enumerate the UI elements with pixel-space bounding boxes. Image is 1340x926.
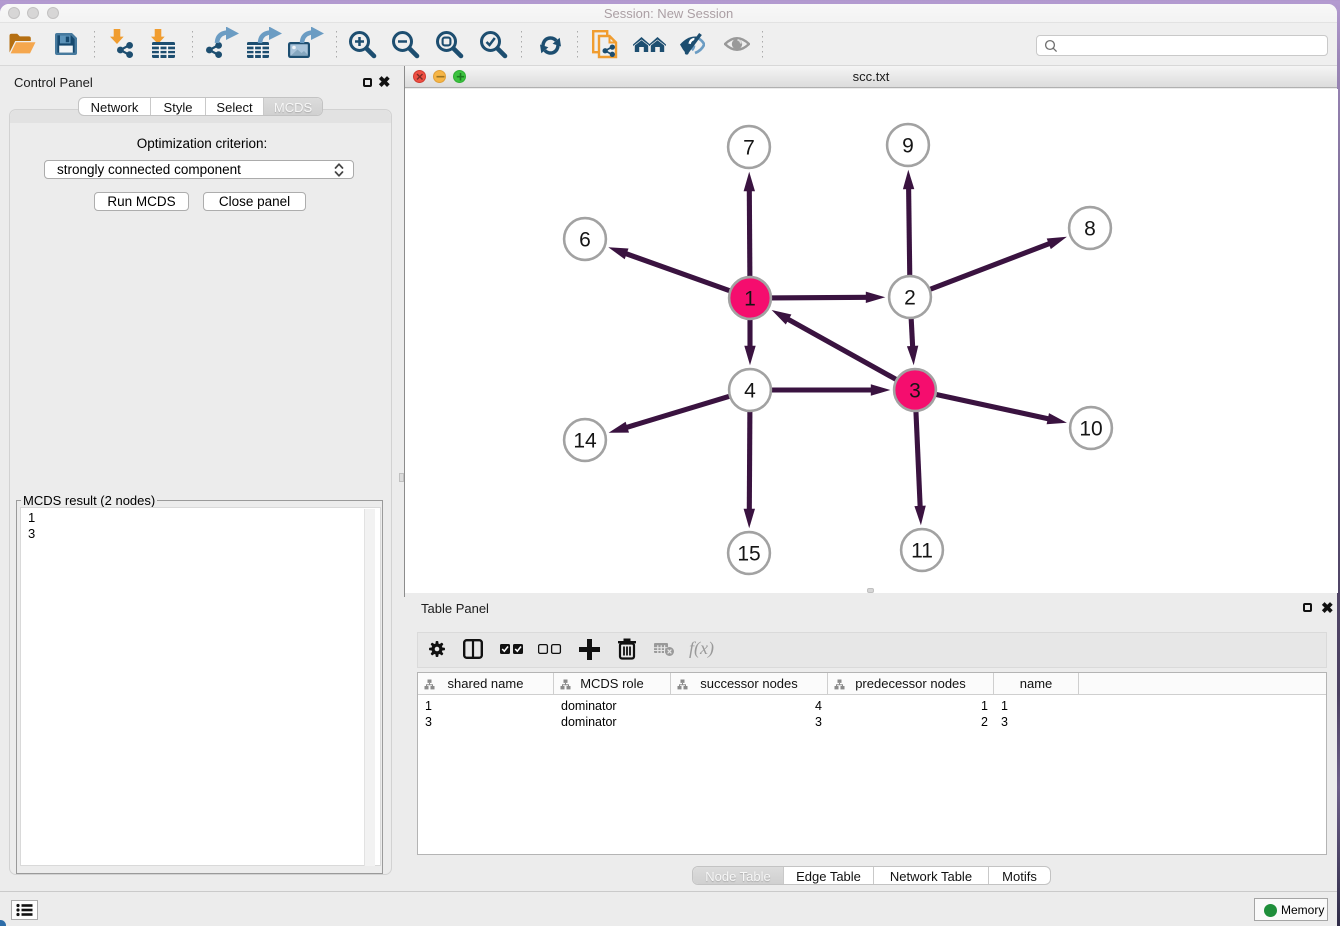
svg-text:1: 1	[744, 288, 756, 311]
svg-text:10: 10	[1079, 418, 1102, 441]
svg-text:f(x): f(x)	[689, 639, 714, 659]
svg-text:11: 11	[911, 540, 933, 563]
svg-text:8: 8	[1084, 218, 1096, 241]
svg-text:4: 4	[744, 380, 756, 403]
svg-text:14: 14	[573, 430, 597, 453]
svg-text:2: 2	[904, 287, 916, 310]
svg-text:7: 7	[743, 137, 755, 160]
svg-text:6: 6	[579, 229, 591, 252]
svg-text:3: 3	[909, 380, 921, 403]
svg-text:9: 9	[902, 135, 914, 158]
svg-text:15: 15	[737, 543, 760, 566]
